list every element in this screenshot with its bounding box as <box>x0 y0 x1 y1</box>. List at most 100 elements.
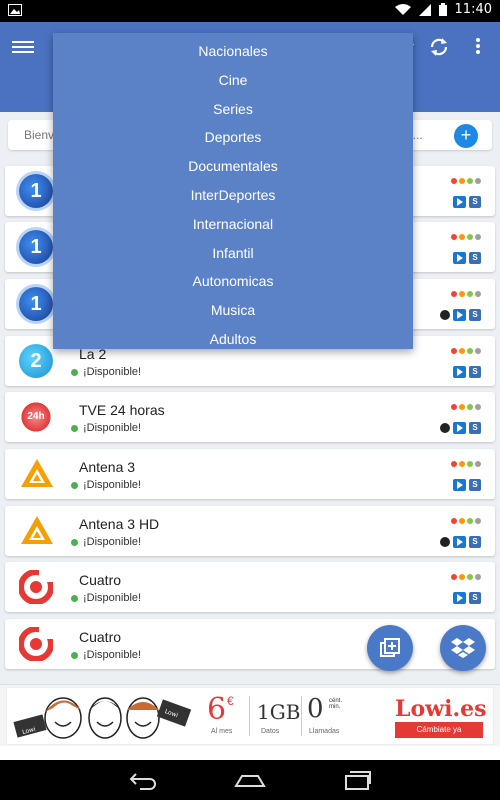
stream-icon[interactable]: S <box>469 592 481 604</box>
quality-dot-icon <box>467 461 473 467</box>
channel-status-text: ¡Disponible! <box>83 649 142 661</box>
signal-icon <box>418 3 431 16</box>
ad-price-caption: Al mes <box>211 728 233 735</box>
quality-dot-icon <box>451 291 457 297</box>
ad-price: 6 <box>207 692 227 727</box>
stream-icon[interactable]: S <box>469 196 481 208</box>
battery-icon <box>438 3 447 16</box>
record-icon[interactable] <box>440 537 450 547</box>
dropdown-item-interdeportes[interactable]: InterDeportes <box>53 181 413 210</box>
status-dot-icon <box>71 368 78 376</box>
quality-dot-icon <box>459 574 465 580</box>
dropdown-item-deportes[interactable]: Deportes <box>53 123 413 152</box>
dropbox-icon <box>451 638 475 658</box>
status-dot-icon <box>71 424 78 432</box>
quality-dot-icon <box>459 178 465 184</box>
add-playlist-button[interactable] <box>367 625 413 671</box>
quality-dot-icon <box>451 178 457 184</box>
dropdown-item-infantil[interactable]: Infantil <box>53 239 413 268</box>
record-icon[interactable] <box>440 310 450 320</box>
quality-indicator <box>451 234 481 240</box>
quality-indicator <box>451 574 481 580</box>
add-button[interactable]: + <box>454 124 478 148</box>
channel-status: ¡Disponible! <box>71 366 141 378</box>
ad-cta-button[interactable]: Cámbiate ya <box>395 722 483 738</box>
stream-badges: S <box>453 592 481 604</box>
play-icon[interactable] <box>453 592 466 604</box>
status-dot-icon <box>71 651 78 659</box>
dropdown-item-nacionales[interactable]: Nacionales <box>53 37 413 66</box>
channel-card[interactable]: Cuatro¡Disponible!S <box>5 619 495 669</box>
ad-brand: Lowi.es <box>395 696 487 722</box>
dropdown-item-internacional[interactable]: Internacional <box>53 210 413 239</box>
quality-dot-icon <box>475 404 481 410</box>
overflow-menu-icon[interactable] <box>474 36 482 58</box>
ad-currency: € <box>227 694 234 708</box>
recents-icon[interactable] <box>342 770 372 790</box>
stream-icon[interactable]: S <box>469 366 481 378</box>
channel-name: Cuatro <box>79 572 122 588</box>
play-icon[interactable] <box>453 309 466 321</box>
ad-banner[interactable]: Lowi Lowi 6 € Al mes 1GB Datos 0 cént. m… <box>0 684 500 746</box>
channel-card[interactable]: 24h TVE 24 horas ¡Disponible! S <box>5 392 495 442</box>
play-icon[interactable] <box>453 252 466 264</box>
stream-icon[interactable]: S <box>469 252 481 264</box>
channel-status-text: ¡Disponible! <box>83 366 142 378</box>
quality-dot-icon <box>459 234 465 240</box>
stream-icon[interactable]: S <box>469 479 481 491</box>
play-icon[interactable] <box>453 479 466 491</box>
quality-dot-icon <box>475 291 481 297</box>
play-icon[interactable] <box>453 196 466 208</box>
play-icon[interactable] <box>453 536 466 548</box>
dropdown-item-autonomicas[interactable]: Autonomicas <box>53 267 413 296</box>
dropdown-item-series[interactable]: Series <box>53 95 413 124</box>
channel-card[interactable]: Cuatro¡Disponible!S <box>5 562 495 612</box>
stream-badges: S <box>440 309 481 321</box>
dropdown-item-adultos[interactable]: Adultos <box>53 325 413 354</box>
channel-status: ¡Disponible! <box>71 479 141 491</box>
channel-logo <box>19 457 53 491</box>
quality-dot-icon <box>451 234 457 240</box>
quality-dot-icon <box>451 461 457 467</box>
channel-logo <box>18 569 54 605</box>
back-icon[interactable] <box>128 770 158 790</box>
home-icon[interactable] <box>234 770 266 790</box>
dropbox-button[interactable] <box>440 625 486 671</box>
stream-icon[interactable]: S <box>469 422 481 434</box>
play-icon[interactable] <box>453 366 466 378</box>
dropdown-item-cine[interactable]: Cine <box>53 66 413 95</box>
dropdown-item-musica[interactable]: Musica <box>53 296 413 325</box>
channel-card[interactable]: Antena 3 HD ¡Disponible! S <box>5 506 495 556</box>
refresh-icon[interactable] <box>428 36 450 58</box>
stream-icon[interactable]: S <box>469 309 481 321</box>
dropdown-item-documentales[interactable]: Documentales <box>53 152 413 181</box>
quality-dot-icon <box>459 291 465 297</box>
stream-badges: S <box>453 252 481 264</box>
channel-logo: 2 <box>19 344 53 378</box>
quality-dot-icon <box>467 574 473 580</box>
wifi-icon <box>394 3 411 15</box>
ad-calls-unit: cént. min. <box>329 698 343 710</box>
channel-card[interactable]: Antena 3 ¡Disponible! S <box>5 449 495 499</box>
channel-logo: 1 <box>19 174 53 208</box>
play-icon[interactable] <box>453 422 466 434</box>
stream-badges: S <box>440 536 481 548</box>
plus-icon: + <box>460 125 472 145</box>
quality-dot-icon <box>475 178 481 184</box>
quality-dot-icon <box>475 518 481 524</box>
menu-icon[interactable] <box>12 38 34 58</box>
stream-icon[interactable]: S <box>469 536 481 548</box>
quality-dot-icon <box>451 348 457 354</box>
navigation-bar <box>0 760 500 800</box>
quality-indicator <box>451 404 481 410</box>
channel-status: ¡Disponible! <box>71 649 141 661</box>
quality-dot-icon <box>459 518 465 524</box>
channel-name: Antena 3 HD <box>79 516 160 532</box>
ad-data: 1GB <box>257 700 301 724</box>
search-placeholder: Bienv <box>24 128 55 142</box>
channel-logo: 1 <box>19 230 53 264</box>
record-icon[interactable] <box>440 423 450 433</box>
quality-dot-icon <box>475 461 481 467</box>
channel-status-text: ¡Disponible! <box>83 422 142 434</box>
channel-name: TVE 24 horas <box>79 402 165 418</box>
